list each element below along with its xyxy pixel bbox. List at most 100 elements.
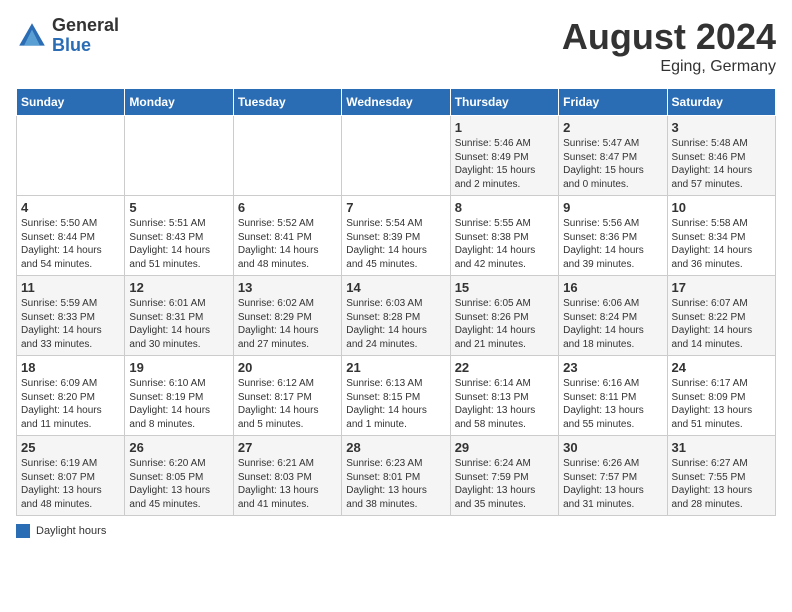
- header-thursday: Thursday: [450, 89, 558, 116]
- day-info: Sunrise: 5:56 AM Sunset: 8:36 PM Dayligh…: [563, 217, 662, 271]
- day-info: Sunrise: 6:12 AM Sunset: 8:17 PM Dayligh…: [238, 377, 337, 431]
- day-number: 16: [563, 280, 662, 295]
- calendar-cell: 10 Sunrise: 5:58 AM Sunset: 8:34 PM Dayli…: [667, 196, 775, 276]
- header-friday: Friday: [559, 89, 667, 116]
- calendar-cell: 22Sunrise: 6:14 AM Sunset: 8:13 PM Dayli…: [450, 356, 558, 436]
- day-number: 27: [238, 440, 337, 455]
- calendar-cell: 18 Sunrise: 6:09 AM Sunset: 8:20 PM Dayli…: [17, 356, 125, 436]
- day-number: 9: [563, 200, 662, 215]
- day-number: 6: [238, 200, 337, 215]
- calendar-cell: 11Sunrise: 5:59 AM Sunset: 8:33 PM Dayli…: [17, 276, 125, 356]
- logo-general-text: General: [52, 16, 119, 36]
- day-number: 10: [672, 200, 771, 215]
- calendar-cell: 5 Sunrise: 5:51 AM Sunset: 8:43 PM Daylig…: [125, 196, 233, 276]
- calendar-cell: 9 Sunrise: 5:56 AM Sunset: 8:36 PM Daylig…: [559, 196, 667, 276]
- legend: Daylight hours: [16, 524, 776, 538]
- day-number: 8: [455, 200, 554, 215]
- day-info: Sunrise: 6:02 AM Sunset: 8:29 PM Dayligh…: [238, 297, 337, 351]
- calendar-cell: 7Sunrise: 5:54 AM Sunset: 8:39 PM Daylig…: [342, 196, 450, 276]
- day-number: 28: [346, 440, 445, 455]
- calendar-week-4: 18 Sunrise: 6:09 AM Sunset: 8:20 PM Dayli…: [17, 356, 776, 436]
- calendar-cell: 16Sunrise: 6:06 AM Sunset: 8:24 PM Dayli…: [559, 276, 667, 356]
- day-number: 20: [238, 360, 337, 375]
- calendar-cell: 8 Sunrise: 5:55 AM Sunset: 8:38 PM Daylig…: [450, 196, 558, 276]
- header-tuesday: Tuesday: [233, 89, 341, 116]
- calendar-week-5: 25 Sunrise: 6:19 AM Sunset: 8:07 PM Dayli…: [17, 436, 776, 516]
- day-number: 30: [563, 440, 662, 455]
- day-info: Sunrise: 5:58 AM Sunset: 8:34 PM Dayligh…: [672, 217, 771, 271]
- day-number: 5: [129, 200, 228, 215]
- day-info: Sunrise: 6:20 AM Sunset: 8:05 PM Dayligh…: [129, 457, 228, 511]
- month-year: August 2024: [562, 16, 776, 58]
- day-number: 11: [21, 280, 120, 295]
- calendar-header-row: SundayMondayTuesdayWednesdayThursdayFrid…: [17, 89, 776, 116]
- calendar-cell: 31 Sunrise: 6:27 AM Sunset: 7:55 PM Dayli…: [667, 436, 775, 516]
- page-header: General Blue August 2024 Eging, Germany: [16, 16, 776, 76]
- day-number: 4: [21, 200, 120, 215]
- day-info: Sunrise: 5:52 AM Sunset: 8:41 PM Dayligh…: [238, 217, 337, 271]
- calendar-cell: [17, 116, 125, 196]
- day-info: Sunrise: 6:27 AM Sunset: 7:55 PM Dayligh…: [672, 457, 771, 511]
- header-monday: Monday: [125, 89, 233, 116]
- day-number: 3: [672, 120, 771, 135]
- calendar-cell: [233, 116, 341, 196]
- day-number: 14: [346, 280, 445, 295]
- calendar-cell: 1Sunrise: 5:46 AM Sunset: 8:49 PM Daylig…: [450, 116, 558, 196]
- day-number: 21: [346, 360, 445, 375]
- day-number: 23: [563, 360, 662, 375]
- day-number: 18: [21, 360, 120, 375]
- calendar-cell: 21Sunrise: 6:13 AM Sunset: 8:15 PM Dayli…: [342, 356, 450, 436]
- calendar-cell: 17Sunrise: 6:07 AM Sunset: 8:22 PM Dayli…: [667, 276, 775, 356]
- calendar-cell: 30 Sunrise: 6:26 AM Sunset: 7:57 PM Dayli…: [559, 436, 667, 516]
- day-number: 19: [129, 360, 228, 375]
- day-number: 2: [563, 120, 662, 135]
- day-info: Sunrise: 6:21 AM Sunset: 8:03 PM Dayligh…: [238, 457, 337, 511]
- calendar-cell: 26Sunrise: 6:20 AM Sunset: 8:05 PM Dayli…: [125, 436, 233, 516]
- calendar-cell: 20 Sunrise: 6:12 AM Sunset: 8:17 PM Dayli…: [233, 356, 341, 436]
- calendar-cell: [125, 116, 233, 196]
- day-info: Sunrise: 6:19 AM Sunset: 8:07 PM Dayligh…: [21, 457, 120, 511]
- logo: General Blue: [16, 16, 119, 56]
- day-info: Sunrise: 6:07 AM Sunset: 8:22 PM Dayligh…: [672, 297, 771, 351]
- calendar-cell: 3 Sunrise: 5:48 AM Sunset: 8:46 PM Daylig…: [667, 116, 775, 196]
- day-info: Sunrise: 6:03 AM Sunset: 8:28 PM Dayligh…: [346, 297, 445, 351]
- header-sunday: Sunday: [17, 89, 125, 116]
- calendar-week-2: 4 Sunrise: 5:50 AM Sunset: 8:44 PM Daylig…: [17, 196, 776, 276]
- calendar-cell: 23 Sunrise: 6:16 AM Sunset: 8:11 PM Dayli…: [559, 356, 667, 436]
- location: Eging, Germany: [562, 58, 776, 76]
- calendar-cell: 12Sunrise: 6:01 AM Sunset: 8:31 PM Dayli…: [125, 276, 233, 356]
- day-info: Sunrise: 6:24 AM Sunset: 7:59 PM Dayligh…: [455, 457, 554, 511]
- day-info: Sunrise: 5:48 AM Sunset: 8:46 PM Dayligh…: [672, 137, 771, 191]
- day-number: 13: [238, 280, 337, 295]
- day-info: Sunrise: 6:05 AM Sunset: 8:26 PM Dayligh…: [455, 297, 554, 351]
- day-info: Sunrise: 6:10 AM Sunset: 8:19 PM Dayligh…: [129, 377, 228, 431]
- calendar-cell: [342, 116, 450, 196]
- calendar-cell: 24Sunrise: 6:17 AM Sunset: 8:09 PM Dayli…: [667, 356, 775, 436]
- day-info: Sunrise: 5:51 AM Sunset: 8:43 PM Dayligh…: [129, 217, 228, 271]
- day-info: Sunrise: 6:26 AM Sunset: 7:57 PM Dayligh…: [563, 457, 662, 511]
- day-info: Sunrise: 6:16 AM Sunset: 8:11 PM Dayligh…: [563, 377, 662, 431]
- header-wednesday: Wednesday: [342, 89, 450, 116]
- calendar-cell: 28 Sunrise: 6:23 AM Sunset: 8:01 PM Dayli…: [342, 436, 450, 516]
- day-info: Sunrise: 6:14 AM Sunset: 8:13 PM Dayligh…: [455, 377, 554, 431]
- day-info: Sunrise: 5:50 AM Sunset: 8:44 PM Dayligh…: [21, 217, 120, 271]
- calendar-table: SundayMondayTuesdayWednesdayThursdayFrid…: [16, 88, 776, 516]
- calendar-cell: 27 Sunrise: 6:21 AM Sunset: 8:03 PM Dayli…: [233, 436, 341, 516]
- title-block: August 2024 Eging, Germany: [562, 16, 776, 76]
- day-number: 25: [21, 440, 120, 455]
- calendar-cell: 15Sunrise: 6:05 AM Sunset: 8:26 PM Dayli…: [450, 276, 558, 356]
- day-info: Sunrise: 6:23 AM Sunset: 8:01 PM Dayligh…: [346, 457, 445, 511]
- day-info: Sunrise: 5:46 AM Sunset: 8:49 PM Dayligh…: [455, 137, 554, 191]
- day-info: Sunrise: 6:09 AM Sunset: 8:20 PM Dayligh…: [21, 377, 120, 431]
- day-info: Sunrise: 6:17 AM Sunset: 8:09 PM Dayligh…: [672, 377, 771, 431]
- calendar-cell: 4 Sunrise: 5:50 AM Sunset: 8:44 PM Daylig…: [17, 196, 125, 276]
- day-info: Sunrise: 5:55 AM Sunset: 8:38 PM Dayligh…: [455, 217, 554, 271]
- legend-label: Daylight hours: [36, 525, 106, 537]
- legend-box: [16, 524, 30, 538]
- day-number: 29: [455, 440, 554, 455]
- calendar-cell: 25 Sunrise: 6:19 AM Sunset: 8:07 PM Dayli…: [17, 436, 125, 516]
- logo-blue-text: Blue: [52, 36, 119, 56]
- day-number: 31: [672, 440, 771, 455]
- calendar-cell: 29 Sunrise: 6:24 AM Sunset: 7:59 PM Dayli…: [450, 436, 558, 516]
- calendar-cell: 2Sunrise: 5:47 AM Sunset: 8:47 PM Daylig…: [559, 116, 667, 196]
